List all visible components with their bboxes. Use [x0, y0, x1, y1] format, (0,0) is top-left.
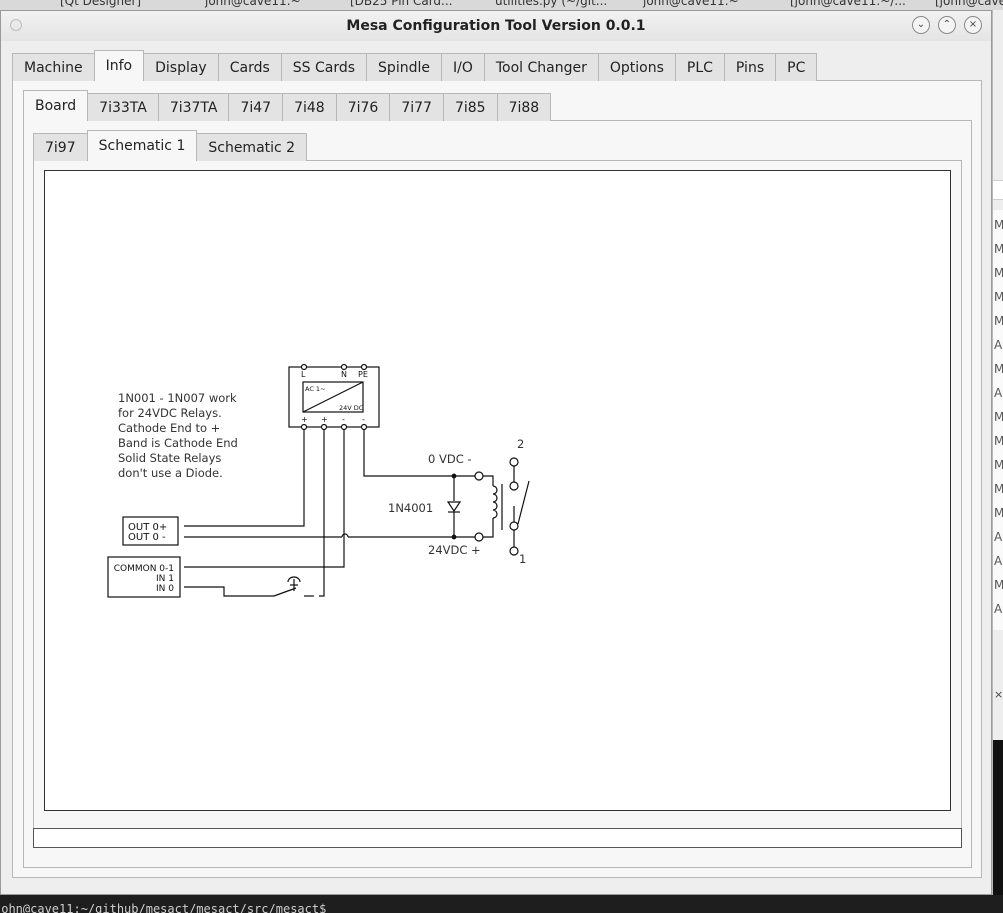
common-label: COMMON 0-1 [114, 564, 174, 574]
tab-schematic-2[interactable]: Schematic 2 [196, 133, 308, 161]
tab-ss-cards[interactable]: SS Cards [280, 53, 368, 81]
background-list-item: M [994, 506, 1003, 520]
output-terminal-box: OUT 0+ OUT 0 - [122, 516, 179, 546]
tab-pc[interactable]: PC [775, 53, 818, 81]
background-list-item: AI [994, 530, 1003, 544]
background-list-item: AI [994, 386, 1003, 400]
note-line: Solid State Relays [118, 451, 221, 465]
tab-7i88[interactable]: 7i88 [496, 93, 552, 121]
maximize-button[interactable]: ⌃ [938, 16, 956, 34]
background-list-item: AI [994, 602, 1003, 616]
24vdc-label: 24VDC + [428, 543, 481, 557]
note-line: for 24VDC Relays. [118, 406, 222, 420]
psu-label-minus: - [362, 415, 365, 424]
background-list-item: M [994, 362, 1003, 376]
tab-schematic-1[interactable]: Schematic 1 [86, 130, 198, 161]
tab-7i85[interactable]: 7i85 [442, 93, 498, 121]
note-line: don't use a Diode. [118, 466, 223, 480]
close-button[interactable]: × [964, 16, 982, 34]
background-list-item: M [994, 314, 1003, 328]
tab-display[interactable]: Display [143, 53, 219, 81]
psu-label-plus: + [321, 415, 328, 424]
title-bar[interactable]: Mesa Configuration Tool Version 0.0.1 ⌄ … [1, 11, 991, 41]
taskbar-item[interactable]: john@cave11:~ [205, 0, 301, 8]
psu-label-n: N [341, 370, 347, 379]
tab-7i77[interactable]: 7i77 [389, 93, 444, 121]
note-line: Cathode End to + [118, 421, 220, 435]
tab-board[interactable]: Board [23, 90, 89, 121]
main-window: Mesa Configuration Tool Version 0.0.1 ⌄ … [0, 10, 992, 895]
background-list-item: AI [994, 554, 1003, 568]
background-list-item: M [994, 482, 1003, 496]
tab-cards[interactable]: Cards [217, 53, 282, 81]
taskbar-item[interactable]: utilities.py (~/git... [495, 0, 607, 8]
in-0-label: IN 0 [156, 584, 174, 594]
board-tabbar: Board 7i33TA 7i37TA 7i47 7i48 7i76 7i77 … [23, 90, 552, 122]
tab-plc[interactable]: PLC [674, 53, 725, 81]
tab-7i37ta[interactable]: 7i37TA [157, 93, 230, 121]
note-line: 1N001 - 1N007 work [118, 391, 237, 405]
tab-7i33ta[interactable]: 7i33TA [87, 93, 159, 121]
tab-7i48[interactable]: 7i48 [282, 93, 337, 121]
tab-machine[interactable]: Machine [12, 53, 95, 81]
main-tabbar: Machine Info Display Cards SS Cards Spin… [12, 50, 818, 81]
tab-info[interactable]: Info [93, 50, 145, 81]
note-line: Band is Cathode End [118, 436, 238, 450]
tab-io[interactable]: I/O [440, 53, 485, 81]
psu-label-ac: AC 1~ [305, 385, 326, 393]
background-list-item: M [994, 434, 1003, 448]
taskbar-item[interactable]: [john@cave11:~/... [790, 0, 906, 8]
psu-label-dc: 24V DC [339, 404, 364, 412]
background-dark-panel [993, 740, 1003, 895]
tab-tool-changer[interactable]: Tool Changer [483, 53, 599, 81]
relay-wiring-schematic: 1N001 - 1N007 work for 24VDC Relays. Cat… [107, 363, 530, 598]
schematic-tabbar: 7i97 Schematic 1 Schematic 2 [33, 130, 308, 162]
relay-contact [509, 457, 530, 556]
background-list-item: M [994, 242, 1003, 256]
power-supply: L N PE AC 1~ 24V DC + + - - [288, 363, 380, 431]
psu-label-minus: - [342, 415, 345, 424]
tab-spindle[interactable]: Spindle [366, 53, 442, 81]
window-title: Mesa Configuration Tool Version 0.0.1 [346, 18, 646, 34]
background-list-item: M [994, 290, 1003, 304]
relay-coil [474, 471, 503, 542]
contact-2-label: 2 [517, 437, 524, 451]
background-list-item: M [994, 410, 1003, 424]
terminal-text: john@cave11:~/github/mesact/mesact/src/m… [0, 902, 327, 913]
diode-note: 1N001 - 1N007 work for 24VDC Relays. Cat… [118, 391, 238, 480]
taskbar-item[interactable]: [john@cave11 [935, 0, 1003, 8]
out-0-minus-label: OUT 0 - [128, 532, 166, 543]
tab-7i47[interactable]: 7i47 [228, 93, 284, 121]
diode-symbol [446, 473, 462, 540]
tab-options[interactable]: Options [597, 53, 676, 81]
background-list-item: M [994, 218, 1003, 232]
background-list-item: M [994, 578, 1003, 592]
background-window-strip [993, 180, 1003, 200]
tab-7i76[interactable]: 7i76 [335, 93, 391, 121]
desktop-taskbar: [Qt Designer] john@cave11:~ [DB25 Pin Ca… [0, 0, 1003, 10]
status-field [33, 828, 962, 848]
taskbar-item[interactable]: [DB25 Pin Card... [350, 0, 452, 8]
background-list-item: M [994, 266, 1003, 280]
background-list-item: M [994, 458, 1003, 472]
tab-7i97[interactable]: 7i97 [33, 133, 88, 161]
psu-label-l: L [301, 370, 306, 379]
psu-label-plus: + [301, 415, 308, 424]
in-1-label: IN 1 [156, 574, 174, 584]
diode-part-label: 1N4001 [388, 501, 433, 515]
push-button-symbol [287, 576, 301, 591]
background-terminal: john@cave11:~/github/mesact/mesact/src/m… [0, 895, 1003, 913]
contact-1-label: 1 [519, 552, 526, 566]
psu-label-pe: PE [358, 370, 368, 379]
zero-vdc-label: 0 VDC - [428, 452, 472, 466]
background-window-list: M M M M M AI M AI M M M M M AI AI M AI [993, 210, 1003, 630]
tab-pins[interactable]: Pins [723, 53, 777, 81]
taskbar-item[interactable]: john@cave11:~ [643, 0, 739, 8]
background-list-item: AI [994, 338, 1003, 352]
background-window: M M M M M AI M AI M M M M M AI AI M AI × [992, 10, 1003, 895]
minimize-button[interactable]: ⌄ [912, 16, 930, 34]
taskbar-item[interactable]: [Qt Designer] [60, 0, 141, 8]
input-terminal-box: COMMON 0-1 IN 1 IN 0 [107, 556, 181, 598]
background-close-icon[interactable]: × [994, 688, 1003, 701]
